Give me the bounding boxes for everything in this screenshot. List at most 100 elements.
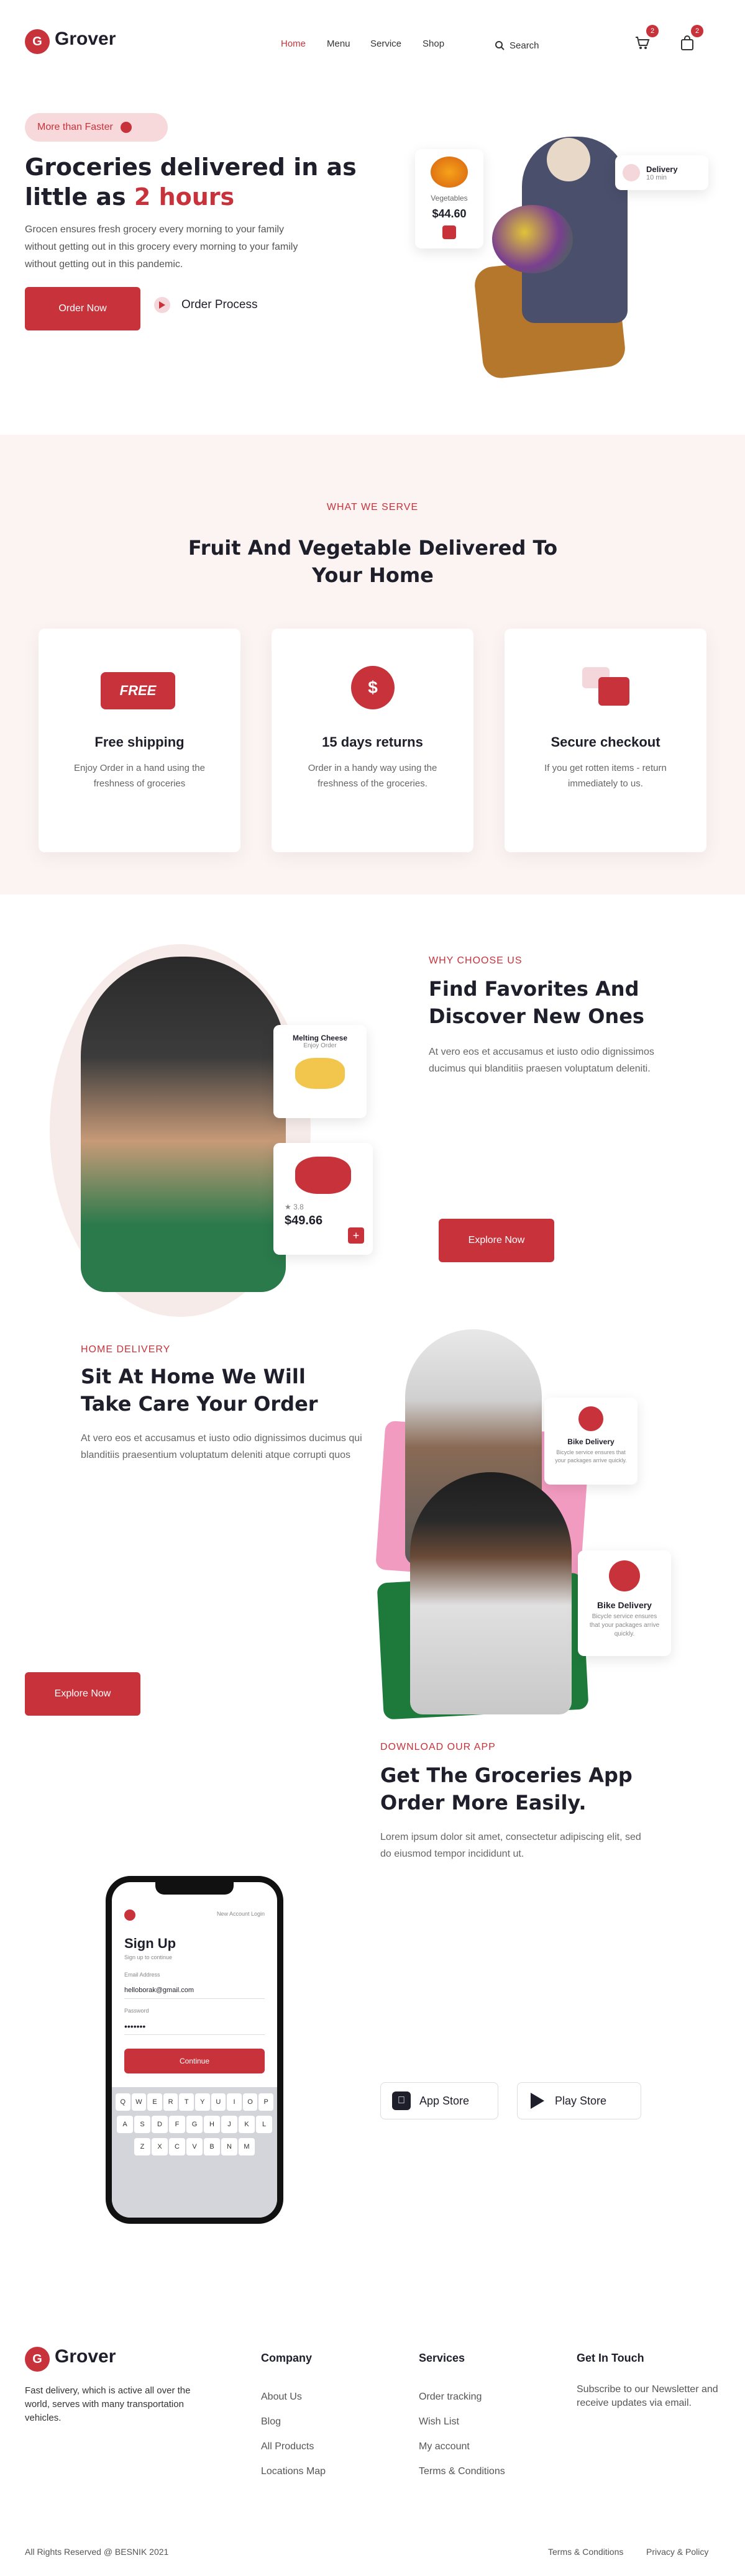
keyboard-key[interactable]: Z — [134, 2138, 150, 2155]
product-card[interactable]: Vegetables $44.60 — [415, 149, 483, 248]
cheese-card-sub: Enjoy Order — [303, 1042, 337, 1049]
keyboard-key[interactable]: D — [152, 2116, 168, 2133]
logo-icon[interactable]: G — [25, 29, 50, 54]
scooter-icon — [578, 1406, 603, 1431]
back-icon[interactable] — [124, 1909, 135, 1921]
keyboard-key[interactable]: E — [147, 2093, 162, 2111]
explore-now-button[interactable]: Explore Now — [439, 1219, 554, 1262]
footer-services-heading: Services — [419, 2352, 465, 2364]
play-store-button[interactable]: Play Store — [517, 2082, 641, 2119]
cheese-card[interactable]: Melting Cheese Enjoy Order — [273, 1025, 367, 1118]
new-account-link[interactable]: New Account Login — [217, 1911, 265, 1917]
feature-card-returns: $ 15 days returns Order in a handy way u… — [272, 629, 473, 852]
nav-link-home[interactable]: Home — [281, 39, 306, 49]
keyboard-row-1[interactable]: QWERTYUIOP — [116, 2093, 273, 2111]
nav-link-menu[interactable]: Menu — [327, 39, 350, 49]
cart-button[interactable]: 2 — [634, 25, 659, 54]
play-icon — [154, 297, 170, 313]
password-field[interactable]: ••••••• — [124, 2018, 265, 2035]
search-box[interactable]: Search — [495, 37, 569, 53]
keyboard-key[interactable]: H — [204, 2116, 220, 2133]
add-to-cart-icon[interactable] — [442, 225, 456, 239]
woman-with-fruit-image — [81, 957, 286, 1292]
keyboard-key[interactable]: Q — [116, 2093, 130, 2111]
product-price: $44.60 — [432, 207, 467, 220]
footer-terms-link[interactable]: Terms & Conditions — [548, 2547, 623, 2557]
keyboard-key[interactable]: C — [169, 2138, 185, 2155]
keyboard-key[interactable]: J — [221, 2116, 237, 2133]
footer-link-locations[interactable]: Locations Map — [261, 2466, 326, 2477]
footer-tagline: Fast delivery, which is active all over … — [25, 2385, 191, 2423]
keyboard-key[interactable]: R — [163, 2093, 178, 2111]
bike-card-title: Bike Delivery — [597, 1600, 652, 1610]
app-store-button[interactable]:  App Store — [380, 2082, 498, 2119]
keyboard-row-3[interactable]: ZXCVBNM — [116, 2138, 273, 2155]
signup-sub: Sign up to continue — [124, 1954, 173, 1960]
footer-link-tracking[interactable]: Order tracking — [419, 2392, 482, 2403]
order-process-link[interactable]: Order Process — [154, 297, 257, 313]
keyboard-key[interactable]: N — [221, 2138, 237, 2155]
footer-link-terms[interactable]: Terms & Conditions — [419, 2466, 505, 2477]
play-store-label: Play Store — [555, 2094, 607, 2107]
app-title: Get The Groceries App Order More Easily. — [380, 1764, 633, 1814]
app-text: Lorem ipsum dolor sit amet, consectetur … — [380, 1832, 641, 1859]
delivery-explore-button[interactable]: Explore Now — [25, 1672, 140, 1716]
keyboard-key[interactable]: S — [134, 2116, 150, 2133]
brand-name[interactable]: Grover — [55, 29, 116, 50]
hero-title-line2: little as — [25, 183, 134, 211]
keyboard-key[interactable]: L — [256, 2116, 272, 2133]
keyboard-key[interactable]: G — [186, 2116, 203, 2133]
keyboard-key[interactable]: V — [186, 2138, 203, 2155]
keyboard-key[interactable]: M — [239, 2138, 255, 2155]
add-icon[interactable]: + — [348, 1227, 364, 1244]
footer-link-products[interactable]: All Products — [261, 2441, 314, 2452]
services-title: Fruit And Vegetable Delivered To Your Ho… — [188, 536, 558, 587]
keyboard-key[interactable]: O — [242, 2093, 258, 2111]
product-name: Vegetables — [431, 194, 468, 203]
app-store-label: App Store — [419, 2094, 470, 2107]
email-field[interactable]: helloborak@gmail.com — [124, 1982, 265, 1999]
order-now-button[interactable]: Order Now — [25, 287, 140, 330]
keyboard-key[interactable]: Y — [195, 2093, 210, 2111]
email-label: Email Address — [124, 1972, 160, 1978]
delivery-badge-subtitle: 10 min — [646, 173, 667, 181]
continue-button[interactable]: Continue — [124, 2049, 265, 2073]
keyboard-key[interactable]: F — [169, 2116, 185, 2133]
footer-link-blog[interactable]: Blog — [261, 2416, 281, 2428]
keyboard-key[interactable]: A — [117, 2116, 133, 2133]
keyboard-key[interactable]: B — [204, 2138, 220, 2155]
choose-title: Find Favorites And Discover New Ones — [429, 977, 644, 1028]
footer-brand-name[interactable]: Grover — [55, 2346, 116, 2367]
keyboard[interactable]: QWERTYUIOP ASDFGHJKL ZXCVBNM — [112, 2087, 277, 2218]
keyboard-key[interactable]: W — [131, 2093, 147, 2111]
footer-privacy-link[interactable]: Privacy & Policy — [646, 2547, 708, 2557]
keyboard-key[interactable]: U — [211, 2093, 226, 2111]
delivery-badge-title: Delivery — [646, 164, 678, 174]
delivery-title: Sit At Home We Will Take Care Your Order — [81, 1365, 318, 1416]
delivery-clock-icon — [623, 164, 640, 181]
nav-link-service[interactable]: Service — [370, 39, 401, 49]
app-label: Download our app — [380, 1742, 496, 1752]
hero-pill: More than Faster — [25, 113, 168, 142]
footer-link-account[interactable]: My account — [419, 2441, 470, 2452]
cheese-card-title: Melting Cheese — [292, 1034, 348, 1042]
footer-logo-icon[interactable]: G — [25, 2347, 50, 2372]
footer-link-wishlist[interactable]: Wish List — [419, 2416, 459, 2428]
choose-text: At vero eos et accusamus et iusto odio d… — [429, 1047, 654, 1074]
keyboard-key[interactable]: T — [179, 2093, 194, 2111]
strawberry-card[interactable]: ★ 3.8 $49.66 + — [273, 1143, 373, 1255]
keyboard-key[interactable]: I — [227, 2093, 242, 2111]
feature-text: If you get rotten items - return immedia… — [544, 763, 667, 789]
cart-icon — [636, 37, 650, 49]
bike-delivery-card-2: Bike Delivery Bicycle service ensures th… — [578, 1550, 671, 1656]
keyboard-key[interactable]: X — [152, 2138, 168, 2155]
cart-count-badge: 2 — [646, 25, 659, 37]
footer-link-about[interactable]: About Us — [261, 2392, 302, 2403]
nav-link-shop[interactable]: Shop — [423, 39, 444, 49]
keyboard-key[interactable]: P — [258, 2093, 273, 2111]
keyboard-key[interactable]: K — [239, 2116, 255, 2133]
phone-mockup: New Account Login Sign Up Sign up to con… — [106, 1876, 283, 2224]
keyboard-row-2[interactable]: ASDFGHJKL — [116, 2116, 273, 2133]
rating-label: ★ 3.8 — [285, 1203, 304, 1211]
bag-button[interactable]: 2 — [680, 25, 703, 54]
